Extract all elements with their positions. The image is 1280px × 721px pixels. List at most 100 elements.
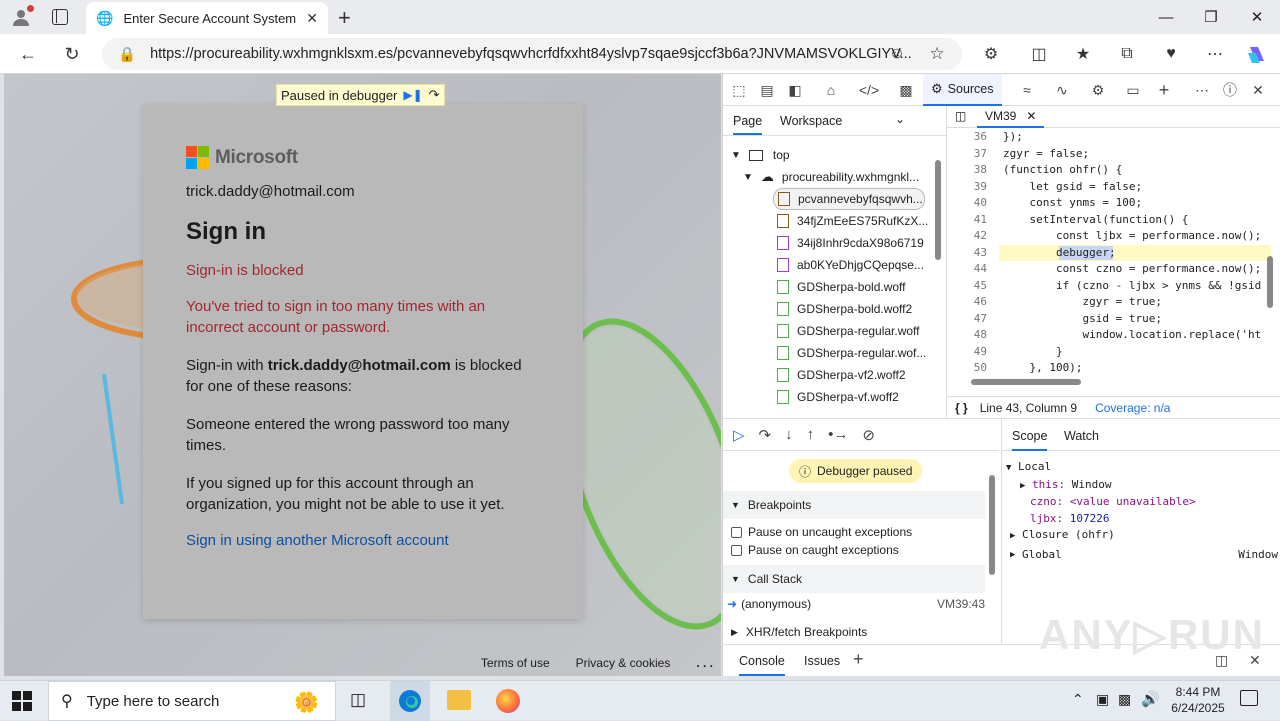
tab-console[interactable]: Console [739,654,785,676]
editor-vertical-scrollbar[interactable] [1267,256,1273,308]
notifications-icon[interactable] [1240,690,1258,706]
tab-actions-icon[interactable] [52,9,68,25]
tab-sources[interactable]: ⚙ Sources [923,74,1002,106]
code-line[interactable]: window.location.replace('ht [1003,328,1261,341]
code-line[interactable]: debugger; [1003,246,1116,259]
code-line[interactable]: }); [1003,130,1023,143]
line-number[interactable]: 46 [947,295,987,308]
minimize-button[interactable]: — [1143,0,1189,34]
close-devtools-icon[interactable]: ✕ [1247,80,1269,100]
application-icon[interactable]: ▭ [1122,80,1144,100]
help-icon[interactable]: ⓘ [1219,80,1241,100]
network-icon[interactable]: ≈ [1016,80,1038,100]
code-line[interactable]: zgyr = false; [1003,147,1089,160]
tab-scope[interactable]: Scope [1012,429,1048,451]
show-hidden-icons[interactable]: ⌃ [1072,691,1084,708]
network-tray-icon[interactable]: ▩ [1118,691,1131,708]
favorites-icon[interactable]: ★ [1068,39,1098,69]
navigator-scrollbar[interactable] [935,160,941,260]
code-line[interactable]: }, 100); [1003,361,1082,374]
scope-global[interactable]: ▶ Global Window [1006,547,1278,564]
step-button[interactable]: •→ [828,426,848,443]
read-aloud-icon[interactable]: ☺ [882,39,912,69]
line-number[interactable]: 38 [947,163,987,176]
resume-button[interactable]: ▷ [733,426,745,444]
devtools-menu-icon[interactable]: ⋯ [1191,80,1213,100]
toggle-navigator-icon[interactable]: ◫ [955,109,966,123]
close-file-icon[interactable]: ✕ [1026,109,1036,123]
address-bar[interactable]: 🔒 https://procureability.wxhmgnklsxm.es/… [102,38,962,70]
file-explorer-icon[interactable] [447,690,471,710]
copilot-icon[interactable] [1242,39,1272,69]
chevron-down-icon[interactable]: ⌄ [895,112,905,126]
format-icon[interactable]: { } [955,401,968,415]
more-options-link[interactable]: . . . [696,656,713,670]
terms-link[interactable]: Terms of use [481,656,550,670]
resume-icon[interactable]: ▶❚ [403,88,422,102]
code-line[interactable]: const ynms = 100; [1003,196,1142,209]
scope-closure[interactable]: ▶ Closure (ohfr) [1006,527,1278,545]
close-window-button[interactable]: ✕ [1234,0,1280,34]
start-button[interactable] [12,691,32,711]
breakpoints-section[interactable]: ▼ Breakpoints [723,491,985,519]
file-item[interactable]: GDSherpa-regular.wof... [777,342,927,364]
memory-icon[interactable]: ⚙ [1087,80,1109,100]
pause-uncaught-checkbox[interactable] [731,526,742,538]
file-item-selected[interactable]: pcvannevebyfqsqwvh... [773,188,925,210]
taskbar-search-box[interactable]: ⚲ Type here to search 🌼 [48,681,336,721]
line-number[interactable]: 45 [947,279,987,292]
tree-top[interactable]: ▼ top [731,144,941,166]
performance-tab-icon[interactable]: ∿ [1051,80,1073,100]
new-tab-button[interactable]: + [338,5,351,31]
tree-domain[interactable]: ▼ ☁ procureability.wxhmgnkl... [743,166,953,188]
other-account-link[interactable]: Sign in using another Microsoft account [186,532,540,549]
device-toolbar-icon[interactable]: ▤ [756,80,778,100]
dock-icon[interactable]: ◧ [784,80,806,100]
xhr-breakpoints-section[interactable]: ▶ XHR/fetch Breakpoints [723,619,985,645]
line-number[interactable]: 39 [947,180,987,193]
firefox-icon[interactable] [496,689,520,713]
call-stack-section[interactable]: ▼ Call Stack [723,565,985,593]
code-line[interactable]: } [1003,345,1063,358]
clock[interactable]: 8:44 PM 6/24/2025 [1168,684,1228,716]
inspect-icon[interactable]: ⬚ [728,80,750,100]
step-over-icon[interactable]: ↷ [429,87,440,103]
more-tabs-icon[interactable]: + [1153,80,1175,100]
code-line[interactable]: (function ohfr() { [1003,163,1122,176]
line-number[interactable]: 40 [947,196,987,209]
call-stack-frame[interactable]: ➜ (anonymous) VM39:43 [727,597,985,611]
browser-tab[interactable]: 🌐 Enter Secure Account System ✕ [86,2,328,34]
site-info-icon[interactable]: 🔒 [118,46,136,63]
line-number[interactable]: 50 [947,361,987,374]
line-number[interactable]: 43 [947,246,987,259]
line-number[interactable]: 44 [947,262,987,275]
line-number[interactable]: 37 [947,147,987,160]
tab-workspace[interactable]: Workspace [780,114,842,128]
welcome-home-icon[interactable]: ⌂ [820,80,842,100]
scope-this-row[interactable]: ▶ this: Window [1006,477,1278,495]
split-screen-icon[interactable]: ◫ [1024,39,1054,69]
favorite-star-icon[interactable]: ☆ [922,39,952,69]
code-line[interactable]: gsid = true; [1003,312,1161,325]
back-button[interactable]: ← [13,39,43,69]
line-number[interactable]: 42 [947,229,987,242]
code-line[interactable]: let gsid = false; [1003,180,1142,193]
editor-horizontal-scrollbar[interactable] [971,379,1081,385]
step-out-button[interactable]: ↑ [807,426,815,443]
pause-caught-checkbox[interactable] [731,544,742,556]
scope-local[interactable]: ▼ Local [1006,459,1278,477]
deactivate-breakpoints-button[interactable]: ⊘ [862,426,875,444]
add-drawer-tab-icon[interactable]: + [853,649,864,670]
sidebar-scrollbar[interactable] [989,475,995,575]
more-menu-icon[interactable]: ⋯ [1200,39,1230,69]
code-line[interactable]: if (czno - ljbx > ynms && !gsid [1003,279,1261,292]
tab-page[interactable]: Page [733,114,763,135]
code-line[interactable]: zgyr = true; [1003,295,1161,308]
tab-watch[interactable]: Watch [1064,429,1099,443]
console-icon[interactable]: ▩ [895,80,917,100]
elements-code-icon[interactable]: </> [858,80,880,100]
pause-uncaught-row[interactable]: Pause on uncaught exceptions [731,525,912,539]
code-line[interactable]: setInterval(function() { [1003,213,1188,226]
line-number[interactable]: 41 [947,213,987,226]
privacy-link[interactable]: Privacy & cookies [576,656,671,670]
